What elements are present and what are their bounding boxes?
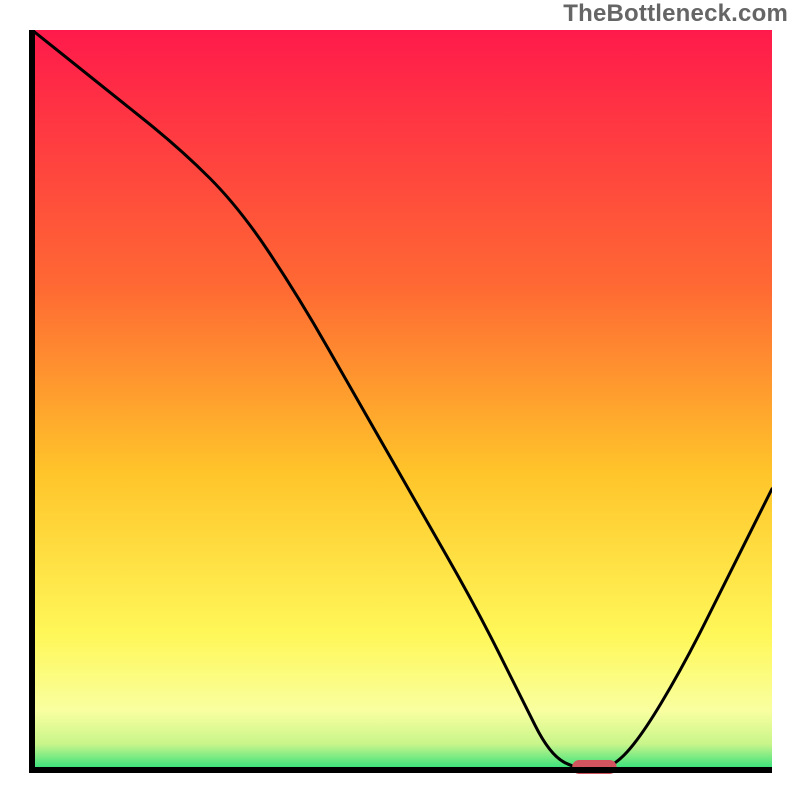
bottleneck-chart	[0, 0, 800, 800]
watermark-text: TheBottleneck.com	[563, 0, 788, 28]
plot-background	[32, 30, 772, 770]
chart-container: TheBottleneck.com	[0, 0, 800, 800]
